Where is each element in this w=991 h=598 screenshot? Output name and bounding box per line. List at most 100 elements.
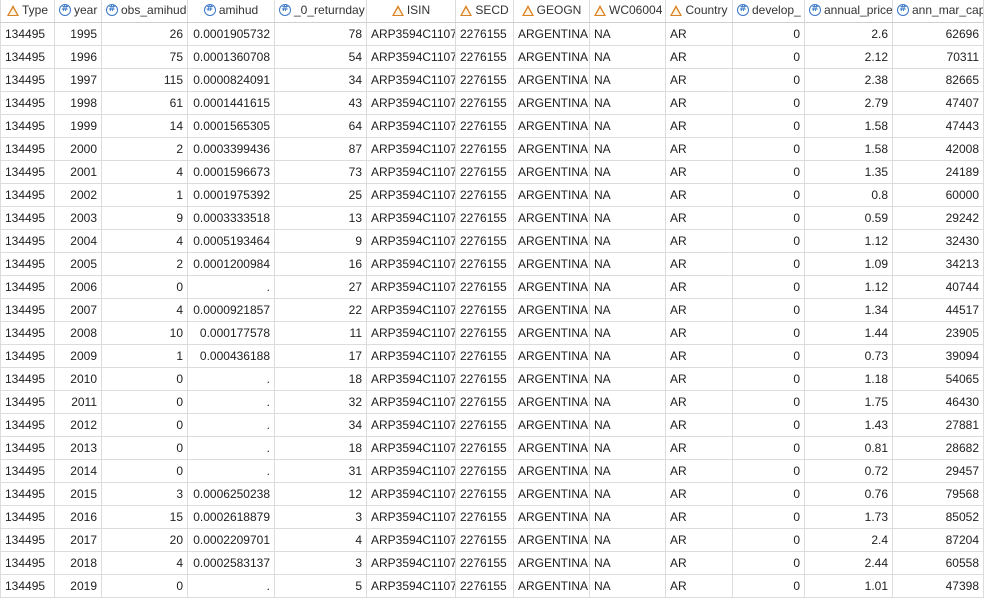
table-row[interactable]: 134495 2013 0. 18 ARP3594C1107 2276155 ARGENTI… [0,435,984,460]
cell-Country[interactable]: AR [665,435,733,460]
cell-Type[interactable]: 134495 [0,136,55,161]
cell-ISIN[interactable]: ARP3594C1107 [366,573,456,598]
cell-ann-mar-cap[interactable]: 40744 [892,274,984,299]
cell-WC06004[interactable]: NA [589,251,666,276]
cell-SECD[interactable]: 2276155 [455,297,514,322]
cell-ISIN[interactable]: ARP3594C1107 [366,389,456,414]
column-header-0-returnday[interactable]: _0_returnday [274,0,367,23]
table-row[interactable]: 134495 2014 0. 31 ARP3594C1107 2276155 ARGENTI… [0,458,984,483]
cell-ann-mar-cap[interactable]: 29457 [892,458,984,483]
cell-obs-amihud[interactable]: 0 [101,412,188,437]
cell-annual-price[interactable]: 2.44 [804,550,893,575]
cell-develop-[interactable]: 0 [732,527,805,552]
cell-Country[interactable]: AR [665,228,733,253]
cell-Country[interactable]: AR [665,182,733,207]
cell-year[interactable]: 2019 [54,573,102,598]
cell-develop-[interactable]: 0 [732,182,805,207]
cell-GEOGN[interactable]: ARGENTINA [513,550,590,575]
cell-GEOGN[interactable]: ARGENTINA [513,274,590,299]
cell-obs-amihud[interactable]: 0 [101,435,188,460]
cell-amihud[interactable]: 0.0001975392 [187,182,275,207]
cell-year[interactable]: 2017 [54,527,102,552]
cell-Country[interactable]: AR [665,251,733,276]
cell-ann-mar-cap[interactable]: 60558 [892,550,984,575]
column-header-amihud[interactable]: amihud [187,0,275,23]
cell-Country[interactable]: AR [665,113,733,138]
cell-Type[interactable]: 134495 [0,297,55,322]
cell-WC06004[interactable]: NA [589,366,666,391]
cell-0-returnday[interactable]: 87 [274,136,367,161]
cell-Type[interactable]: 134495 [0,182,55,207]
cell-ann-mar-cap[interactable]: 29242 [892,205,984,230]
cell-obs-amihud[interactable]: 26 [101,22,188,46]
cell-0-returnday[interactable]: 27 [274,274,367,299]
cell-Country[interactable]: AR [665,320,733,345]
cell-annual-price[interactable]: 2.79 [804,90,893,115]
column-header-SECD[interactable]: SECD [455,0,514,23]
cell-Country[interactable]: AR [665,22,733,46]
table-row[interactable]: 134495 2002 1 0.0001975392 25 ARP3594C1107 227… [0,182,984,207]
cell-0-returnday[interactable]: 54 [274,44,367,69]
cell-year[interactable]: 2010 [54,366,102,391]
cell-ISIN[interactable]: ARP3594C1107 [366,113,456,138]
cell-ISIN[interactable]: ARP3594C1107 [366,251,456,276]
cell-annual-price[interactable]: 1.01 [804,573,893,598]
cell-obs-amihud[interactable]: 3 [101,481,188,506]
cell-annual-price[interactable]: 1.58 [804,136,893,161]
cell-obs-amihud[interactable]: 2 [101,136,188,161]
cell-annual-price[interactable]: 1.12 [804,274,893,299]
cell-SECD[interactable]: 2276155 [455,44,514,69]
cell-develop-[interactable]: 0 [732,435,805,460]
cell-obs-amihud[interactable]: 15 [101,504,188,529]
table-row[interactable]: 134495 2011 0. 32 ARP3594C1107 2276155 ARGENTI… [0,389,984,414]
cell-0-returnday[interactable]: 18 [274,435,367,460]
cell-year[interactable]: 1999 [54,113,102,138]
cell-ISIN[interactable]: ARP3594C1107 [366,481,456,506]
column-header-ann-mar-cap[interactable]: ann_mar_cap [892,0,984,23]
cell-Country[interactable]: AR [665,44,733,69]
cell-amihud[interactable]: 0.000436188 [187,343,275,368]
cell-GEOGN[interactable]: ARGENTINA [513,136,590,161]
cell-0-returnday[interactable]: 3 [274,504,367,529]
cell-ann-mar-cap[interactable]: 27881 [892,412,984,437]
cell-WC06004[interactable]: NA [589,22,666,46]
cell-GEOGN[interactable]: ARGENTINA [513,458,590,483]
cell-WC06004[interactable]: NA [589,343,666,368]
cell-0-returnday[interactable]: 12 [274,481,367,506]
cell-Country[interactable]: AR [665,481,733,506]
cell-Type[interactable]: 134495 [0,435,55,460]
cell-ISIN[interactable]: ARP3594C1107 [366,297,456,322]
cell-annual-price[interactable]: 0.73 [804,343,893,368]
cell-Country[interactable]: AR [665,90,733,115]
cell-SECD[interactable]: 2276155 [455,412,514,437]
cell-amihud[interactable]: 0.0003333518 [187,205,275,230]
cell-amihud[interactable]: 0.0002618879 [187,504,275,529]
cell-obs-amihud[interactable]: 61 [101,90,188,115]
cell-0-returnday[interactable]: 73 [274,159,367,184]
cell-SECD[interactable]: 2276155 [455,182,514,207]
cell-GEOGN[interactable]: ARGENTINA [513,389,590,414]
cell-annual-price[interactable]: 1.43 [804,412,893,437]
cell-amihud[interactable]: 0.0001200984 [187,251,275,276]
cell-develop-[interactable]: 0 [732,320,805,345]
cell-amihud[interactable]: 0.0001596673 [187,159,275,184]
cell-year[interactable]: 1997 [54,67,102,92]
cell-ann-mar-cap[interactable]: 70311 [892,44,984,69]
cell-develop-[interactable]: 0 [732,366,805,391]
cell-develop-[interactable]: 0 [732,251,805,276]
cell-ann-mar-cap[interactable]: 34213 [892,251,984,276]
cell-obs-amihud[interactable]: 20 [101,527,188,552]
cell-ann-mar-cap[interactable]: 85052 [892,504,984,529]
cell-ISIN[interactable]: ARP3594C1107 [366,22,456,46]
cell-develop-[interactable]: 0 [732,113,805,138]
cell-ann-mar-cap[interactable]: 47407 [892,90,984,115]
cell-Country[interactable]: AR [665,205,733,230]
cell-year[interactable]: 2005 [54,251,102,276]
cell-ISIN[interactable]: ARP3594C1107 [366,550,456,575]
cell-Country[interactable]: AR [665,458,733,483]
column-header-WC06004[interactable]: WC06004 [589,0,666,23]
table-row[interactable]: 134495 1995 26 0.0001905732 78 ARP3594C1107 22… [0,22,984,46]
cell-Country[interactable]: AR [665,136,733,161]
cell-annual-price[interactable]: 0.81 [804,435,893,460]
cell-develop-[interactable]: 0 [732,343,805,368]
